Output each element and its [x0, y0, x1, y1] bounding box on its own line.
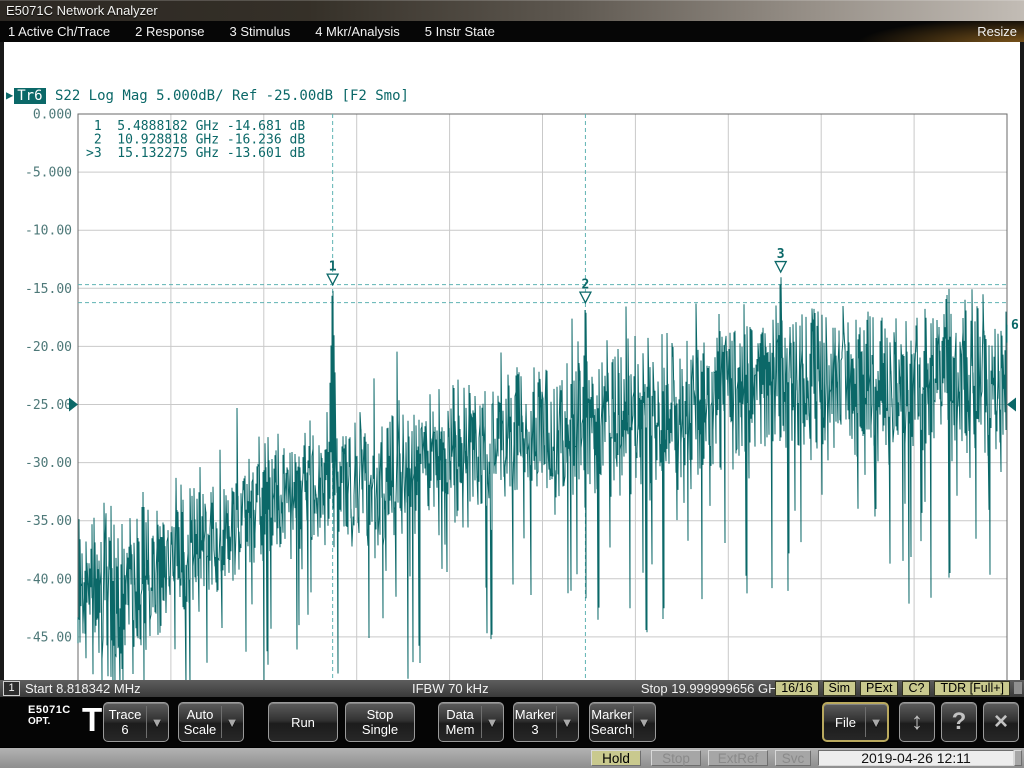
- status-badge-pext[interactable]: PExt: [860, 681, 898, 696]
- channel-bar-end-cap: [1014, 682, 1022, 694]
- menu-item-1-active-ch-trace[interactable]: 1 Active Ch/Trace: [8, 21, 110, 42]
- window-right-border: [1020, 42, 1024, 697]
- y-axis-tick: -40.00: [25, 572, 72, 587]
- status-cell-stop: Stop: [651, 750, 701, 766]
- marker-2-symbol[interactable]: [580, 292, 591, 303]
- ref-level-arrow-left: [69, 398, 78, 412]
- run-button-label: Run: [269, 703, 337, 741]
- auto-scale-button[interactable]: AutoScale▼: [178, 702, 244, 742]
- status-cell-svc: Svc: [775, 750, 811, 766]
- softkey-toolbar: E5071C OPT. TDR Trace6▼AutoScale▼RunStop…: [0, 697, 1024, 747]
- file-button-label: File: [824, 704, 867, 740]
- y-axis-tick: -25.00: [25, 398, 72, 413]
- status-badge-16-16[interactable]: 16/16: [775, 681, 818, 696]
- window-titlebar[interactable]: E5071C Network Analyzer: [0, 0, 1024, 21]
- datetime-readout: 2019-04-26 12:11: [818, 750, 1014, 766]
- marker-2-number: 2: [582, 278, 590, 293]
- status-cell-hold: Hold: [591, 750, 641, 766]
- auto-scale-dropdown-arrow-icon[interactable]: ▼: [221, 706, 242, 738]
- marker-button[interactable]: Marker3▼: [513, 702, 579, 742]
- status-badge-c-[interactable]: C?: [902, 681, 930, 696]
- marker-1-number: 1: [329, 260, 337, 275]
- ref-level-arrow-right: [1007, 398, 1016, 412]
- y-axis-tick: -15.00: [25, 282, 72, 297]
- menu-item-3-stimulus[interactable]: 3 Stimulus: [230, 21, 291, 42]
- y-axis-tick: -5.000: [25, 166, 72, 181]
- auto-scale-button-label: AutoScale: [179, 703, 221, 741]
- marker-1-symbol[interactable]: [327, 274, 338, 285]
- logo-option: OPT.: [28, 716, 71, 727]
- marker-search-dropdown-arrow-icon[interactable]: ▼: [633, 706, 654, 738]
- window-title: E5071C Network Analyzer: [6, 3, 158, 18]
- trace-format-text: S22 Log Mag 5.000dB/ Ref -25.00dB [F2 Sm…: [47, 88, 409, 104]
- marker-table-row: >3 15.132275 GHz -13.601 dB: [86, 146, 305, 161]
- menu-items: 1 Active Ch/Trace 2 Response 3 Stimulus 4 M…: [8, 21, 520, 42]
- ifbw-readout[interactable]: IFBW 70 kHz: [412, 681, 489, 696]
- stop-frequency-readout[interactable]: Stop 19.999999656 GHz: [641, 681, 784, 696]
- status-badge-tdr-full-[interactable]: TDR [Full+]: [934, 681, 1010, 696]
- trace-button[interactable]: Trace6▼: [103, 702, 169, 742]
- marker-3-symbol[interactable]: [775, 262, 786, 273]
- marker-dropdown-arrow-icon[interactable]: ▼: [556, 706, 577, 738]
- stop-single-button[interactable]: StopSingle: [345, 702, 415, 742]
- file-dropdown-arrow-icon[interactable]: ▼: [865, 707, 886, 737]
- trace-id-badge: Tr6: [14, 88, 45, 104]
- trace-number-label: 6: [1011, 318, 1019, 333]
- menu-item-5-instr-state[interactable]: 5 Instr State: [425, 21, 495, 42]
- y-axis-tick: -35.00: [25, 514, 72, 529]
- marker-search-button[interactable]: MarkerSearch▼: [589, 702, 656, 742]
- system-status-bar: Hold Stop ExtRef Svc 2019-04-26 12:11: [0, 747, 1024, 768]
- marker-search-button-label: MarkerSearch: [590, 703, 633, 741]
- channel-status-bar: 1 Start 8.818342 MHz IFBW 70 kHz Stop 19…: [0, 680, 1024, 697]
- close-button[interactable]: ×: [983, 702, 1019, 742]
- menu-item-2-response[interactable]: 2 Response: [135, 21, 204, 42]
- channel-number-box: 1: [3, 681, 20, 696]
- file-button[interactable]: File▼: [822, 702, 889, 742]
- menu-item-4-mkr-analysis[interactable]: 4 Mkr/Analysis: [315, 21, 400, 42]
- plot-region: ▶Tr6 S22 Log Mag 5.000dB/ Ref -25.00dB […: [0, 42, 1024, 680]
- trace-status-line[interactable]: ▶Tr6 S22 Log Mag 5.000dB/ Ref -25.00dB […: [6, 88, 409, 104]
- status-bar-end-cap: [1014, 750, 1022, 766]
- y-axis-tick: 0.000: [33, 108, 72, 123]
- start-frequency-readout[interactable]: Start 8.818342 MHz: [25, 681, 141, 696]
- measurement-plot[interactable]: 0.000 -5.000 -10.00 -15.00 -20.00 -25.00 -30.0…: [0, 84, 1024, 739]
- menu-bar: 1 Active Ch/Trace 2 Response 3 Stimulus 4 M…: [0, 21, 1024, 42]
- active-trace-arrow-icon: ▶: [6, 88, 13, 102]
- data-mem-button-label: DataMem: [439, 703, 481, 741]
- updown-button[interactable]: ↕: [899, 702, 935, 742]
- y-axis-tick: -30.00: [25, 456, 72, 471]
- data-mem-dropdown-arrow-icon[interactable]: ▼: [481, 706, 502, 738]
- instrument-logo: E5071C OPT. TDR: [28, 704, 71, 727]
- run-button[interactable]: Run: [268, 702, 338, 742]
- logo-model: E5071C: [28, 704, 71, 716]
- status-cell-extref: ExtRef: [708, 750, 768, 766]
- marker-button-label: Marker3: [514, 703, 556, 741]
- status-badge-sim[interactable]: Sim: [823, 681, 857, 696]
- window-left-border: [0, 42, 4, 697]
- trace-button-label: Trace6: [104, 703, 146, 741]
- menu-resize[interactable]: Resize: [977, 21, 1017, 42]
- help-button[interactable]: ?: [941, 702, 977, 742]
- channel-badges: 16/16 SimPExt C? TDR [Full+]: [775, 681, 1010, 696]
- trace-dropdown-arrow-icon[interactable]: ▼: [146, 706, 167, 738]
- stop-single-button-label: StopSingle: [346, 703, 414, 741]
- marker-3-number: 3: [777, 247, 785, 262]
- y-axis-tick: -20.00: [25, 340, 72, 355]
- y-axis-tick: -10.00: [25, 224, 72, 239]
- y-axis-tick: -45.00: [25, 630, 72, 645]
- data-mem-button[interactable]: DataMem▼: [438, 702, 504, 742]
